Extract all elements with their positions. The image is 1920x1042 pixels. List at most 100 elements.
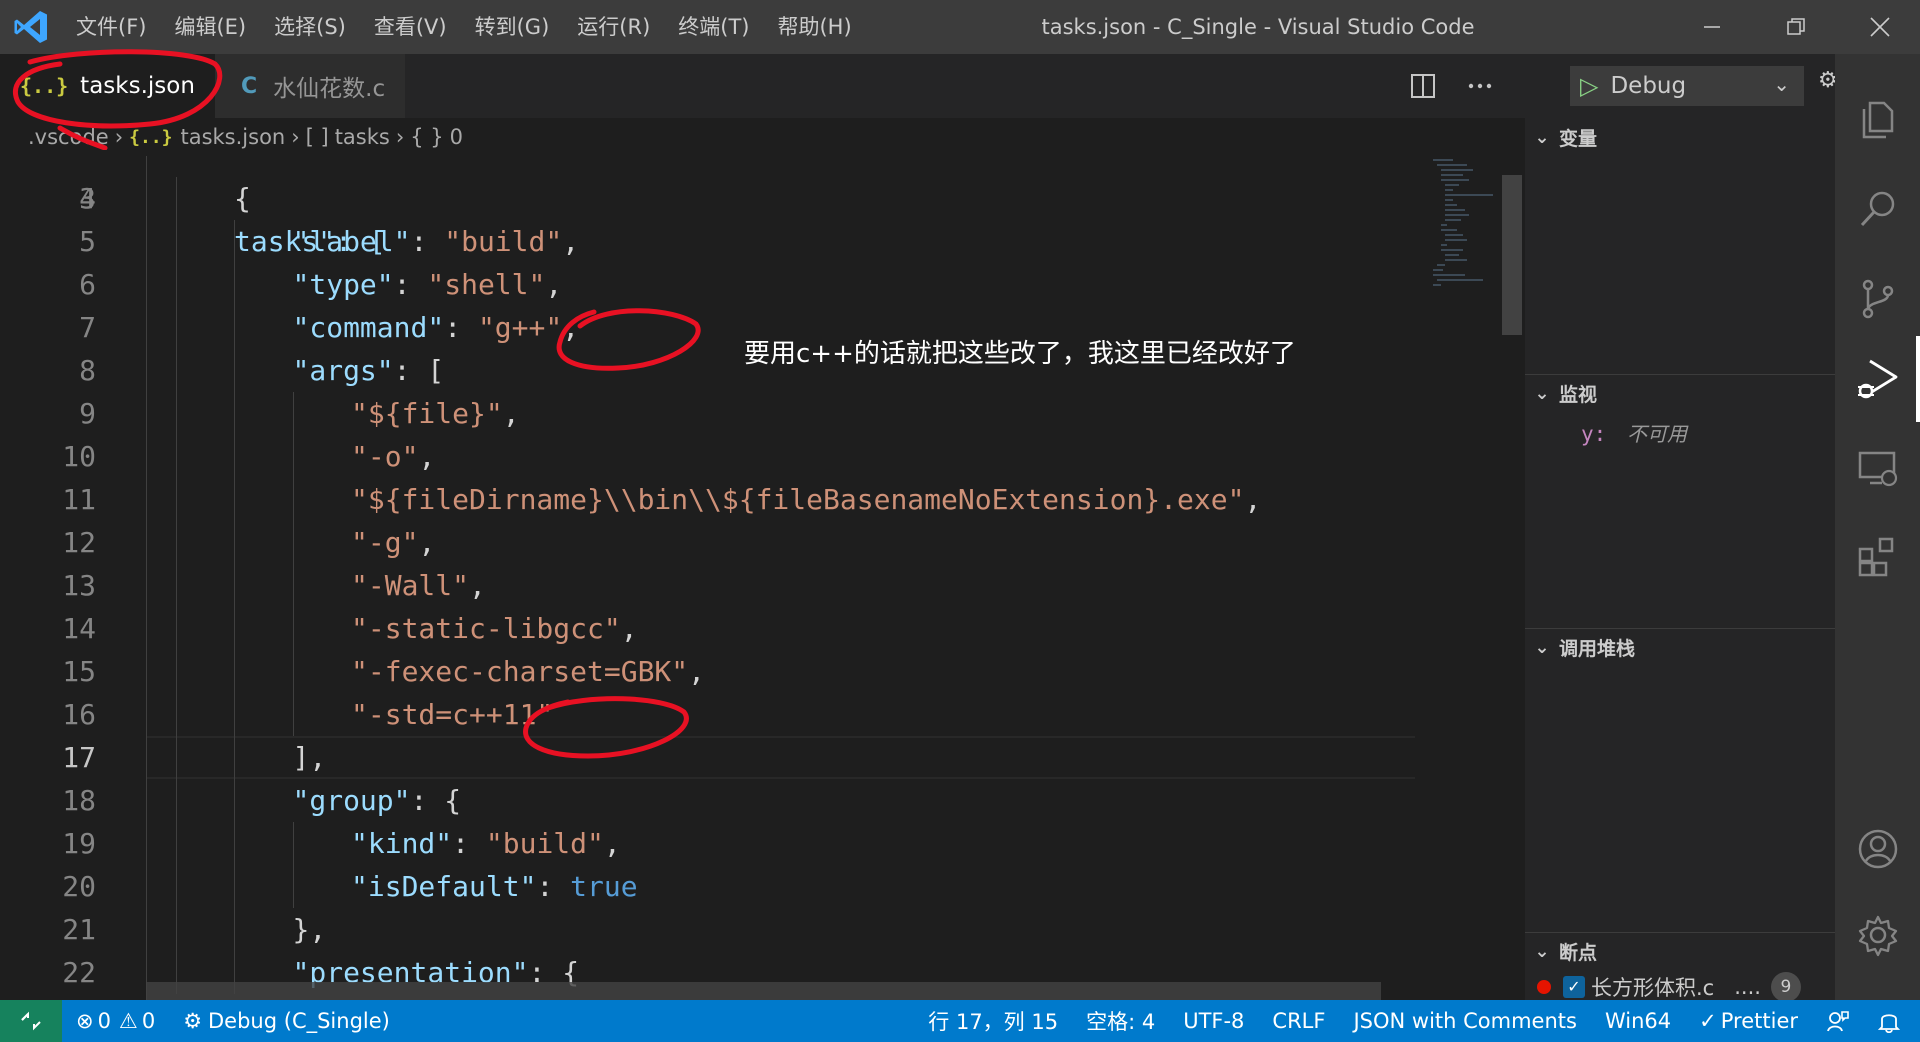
search-button[interactable]	[1835, 174, 1920, 244]
code-text: "type": "shell",	[293, 263, 563, 306]
notifications-button[interactable]	[1864, 1009, 1920, 1033]
watch-item[interactable]: y: 不可用	[1581, 418, 1687, 447]
menu-item[interactable]: 终端(T)	[664, 0, 763, 54]
debug-settings-icon[interactable]: ⚙	[1818, 68, 1835, 93]
indent-guide	[234, 306, 235, 349]
code-text: "-fexec-charset=GBK",	[351, 650, 705, 693]
eol-status[interactable]: CRLF	[1258, 1009, 1339, 1033]
menu-item[interactable]: 帮助(H)	[763, 0, 865, 54]
section-callstack[interactable]: ⌄ 调用堆栈	[1525, 630, 1835, 664]
horizontal-scrollbar[interactable]	[146, 982, 1381, 1000]
indent-guide	[176, 564, 177, 607]
indent-guide	[176, 607, 177, 650]
split-editor-button[interactable]	[1405, 68, 1441, 104]
minimize-icon	[1704, 26, 1720, 28]
line-number: 13	[62, 569, 96, 602]
code-line: 6 "type": "shell",	[0, 263, 1415, 306]
close-window-button[interactable]	[1840, 0, 1920, 54]
extensions-button[interactable]	[1835, 522, 1920, 592]
cursor-position[interactable]: 行 17，列 15	[914, 1006, 1072, 1036]
code-text: "${file}",	[351, 392, 520, 435]
code-line: 14 "-static-libgcc",	[0, 607, 1415, 650]
code-line: 19 "kind": "build",	[0, 822, 1415, 865]
code-token: : {	[410, 784, 462, 817]
remote-explorer-button[interactable]	[1835, 434, 1920, 504]
code-line: 9 "${file}",	[0, 392, 1415, 435]
explorer-button[interactable]	[1835, 84, 1920, 154]
breadcrumb-file[interactable]: tasks.json	[180, 125, 285, 149]
more-actions-button[interactable]	[1462, 68, 1498, 104]
source-control-button[interactable]	[1835, 264, 1920, 334]
indent-guide	[176, 822, 177, 865]
menu-item[interactable]: 查看(V)	[360, 0, 461, 54]
indent-guide	[234, 349, 235, 392]
minimap[interactable]	[1415, 156, 1495, 1000]
code-token: "label"	[292, 225, 411, 258]
code-token: "-Wall"	[351, 569, 470, 602]
line-number: 10	[62, 440, 96, 473]
problems-status[interactable]: ⊗ 0 ⚠ 0	[62, 1009, 169, 1033]
menu-item[interactable]: 编辑(E)	[160, 0, 260, 54]
code-line: 15 "-fexec-charset=GBK",	[0, 650, 1415, 693]
menu-item[interactable]: 文件(F)	[62, 0, 160, 54]
debug-config-select[interactable]: ▷ Debug ⌄	[1570, 66, 1804, 106]
section-breakpoints[interactable]: ⌄ 断点	[1525, 934, 1835, 968]
feedback-button[interactable]	[1812, 1009, 1864, 1033]
tab-label: 水仙花数.c	[273, 76, 386, 102]
prettier-status[interactable]: ✓ Prettier	[1685, 1009, 1812, 1033]
menu-item[interactable]: 选择(S)	[260, 0, 360, 54]
remote-indicator-button[interactable]	[0, 1000, 62, 1042]
tab-narcissus-c[interactable]: C 水仙花数.c	[215, 54, 405, 118]
section-variables[interactable]: ⌄ 变量	[1525, 120, 1835, 154]
title-bar: 文件(F) 编辑(E) 选择(S) 查看(V) 转到(G) 运行(R) 终端(T) 帮助(H)…	[0, 0, 1920, 54]
code-token: "args"	[292, 354, 394, 387]
line-number: 12	[62, 526, 96, 559]
code-token: "g++"	[477, 311, 563, 344]
debug-status[interactable]: ⚙ Debug (C_Single)	[169, 1009, 404, 1033]
restore-button[interactable]	[1756, 0, 1836, 54]
accounts-button[interactable]	[1835, 814, 1920, 884]
minimize-button[interactable]	[1672, 0, 1752, 54]
section-watch[interactable]: ⌄ 监视	[1525, 376, 1835, 410]
start-debugging-icon[interactable]: ▷	[1580, 72, 1598, 100]
code-token: :	[536, 870, 571, 903]
annotation-text: 要用c++的话就把这些改了，我这里已经改好了	[744, 339, 1296, 369]
manage-button[interactable]	[1835, 900, 1920, 970]
encoding-status[interactable]: UTF-8	[1169, 1009, 1258, 1033]
menu-item[interactable]: 运行(R)	[563, 0, 664, 54]
breakpoint-line-badge: 9	[1770, 972, 1801, 1002]
indentation-status[interactable]: 空格: 4	[1072, 1006, 1169, 1036]
line-number: 15	[62, 655, 96, 688]
platform-status[interactable]: Win64	[1591, 1009, 1685, 1033]
divider	[1525, 932, 1835, 933]
code-text: "-o",	[351, 435, 435, 478]
indent-guide	[234, 865, 235, 908]
menu-item[interactable]: 转到(G)	[461, 0, 564, 54]
tab-tasks-json[interactable]: {..} tasks.json ✕	[0, 54, 235, 118]
breadcrumb-tasks[interactable]: tasks	[335, 125, 390, 149]
breakpoint-item[interactable]: ✓ 长方形体积.c .... 9	[1537, 970, 1827, 1004]
indent-guide	[176, 865, 177, 908]
code-token: :	[452, 827, 486, 860]
breadcrumb-object-0[interactable]: 0	[450, 125, 463, 149]
code-text: "${fileDirname}\\bin\\${fileBasenameNoEx…	[351, 478, 1261, 521]
chevron-right-icon: ›	[291, 125, 300, 149]
line-number: 16	[62, 698, 96, 731]
code-line: 12 "-g",	[0, 521, 1415, 564]
code-editor[interactable]: 3 tasks": [ 4{5 "label": "build", 6 "type":…	[0, 156, 1415, 1000]
code-token: : [	[393, 354, 445, 387]
vertical-scrollbar[interactable]	[1502, 175, 1522, 335]
indent-guide	[234, 392, 235, 435]
run-debug-button[interactable]	[1835, 344, 1920, 414]
code-text: "group": {	[293, 779, 462, 822]
json-file-icon: {..}	[129, 126, 173, 148]
section-title: 监视	[1559, 383, 1598, 406]
section-title: 断点	[1559, 941, 1598, 964]
breakpoint-checkbox[interactable]: ✓	[1563, 976, 1585, 998]
language-mode[interactable]: JSON with Comments	[1339, 1009, 1591, 1033]
code-text: "label": "build",	[293, 220, 580, 263]
chevron-down-icon: ⌄	[1534, 940, 1550, 962]
breadcrumb-folder[interactable]: .vscode	[28, 125, 109, 149]
line-number: 11	[62, 483, 96, 516]
indent-guide	[234, 779, 235, 822]
